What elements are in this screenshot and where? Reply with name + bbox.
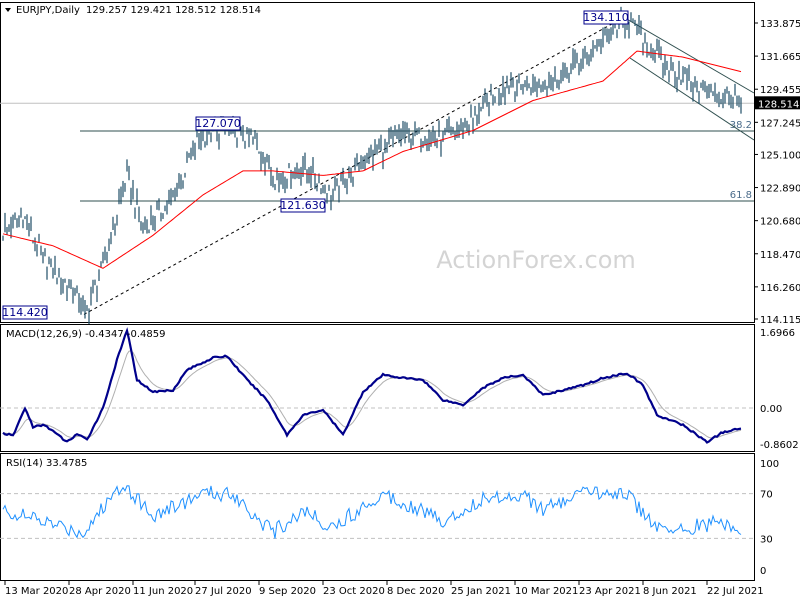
x-tick-label: 9 Sep 2020	[259, 586, 316, 597]
x-tick-label: 23 Oct 2020	[323, 586, 385, 597]
rsi-y-tick-label: 0	[760, 566, 766, 577]
y-tick-label: 114.115	[760, 315, 800, 326]
rsi-y-tick-label: 70	[760, 490, 773, 501]
rsi-title: RSI(14) 33.4785	[6, 458, 87, 469]
fib-label-61: 61.8	[730, 190, 752, 201]
x-tick-label: 25 Jan 2021	[451, 586, 511, 597]
x-tick-label: 23 Apr 2021	[579, 586, 641, 597]
watermark: ActionForex.com	[436, 246, 636, 274]
price-label: 114.420	[2, 306, 48, 319]
y-tick-label: 129.455	[760, 85, 800, 96]
dropdown-triangle-icon[interactable]	[5, 8, 11, 12]
y-tick-label: 116.260	[760, 283, 800, 294]
x-tick-label: 8 Jun 2021	[643, 586, 697, 597]
macd-y-tick-label: 1.6966	[760, 328, 795, 339]
rsi-panel	[0, 453, 755, 581]
y-tick-label: 125.100	[760, 150, 800, 161]
macd-line	[2, 327, 742, 444]
chart-canvas[interactable]: ActionForex.com 38.2 61.8 114.420 127.070 12…	[0, 0, 800, 600]
x-tick-label: 13 Mar 2020	[5, 586, 68, 597]
macd-signal-line	[2, 350, 742, 439]
y-tick-label: 131.665	[760, 52, 800, 63]
x-tick-label: 22 Jul 2021	[707, 586, 764, 597]
chart-window: ActionForex.com 38.2 61.8 114.420 127.070 12…	[0, 0, 800, 600]
rsi-y-tick-label: 100	[760, 459, 779, 470]
y-tick-label: 127.245	[760, 118, 800, 129]
price-label: 127.070	[195, 117, 241, 130]
x-tick-label: 11 Jun 2020	[133, 586, 193, 597]
macd-y-tick-label: -0.8602	[760, 440, 799, 451]
ohlc-values: 129.257 129.421 128.512 128.514	[86, 5, 261, 16]
price-label: 121.630	[280, 199, 326, 212]
rsi-y-tick-label: 30	[760, 534, 773, 545]
price-label: 134.110	[583, 11, 629, 24]
y-tick-label: 122.890	[760, 184, 800, 195]
main-panel	[0, 2, 755, 323]
y-tick-label: 118.470	[760, 250, 800, 261]
x-tick-label: 28 Apr 2020	[69, 586, 131, 597]
macd-title: MACD(12,26,9) -0.4347 -0.4859	[6, 329, 166, 340]
moving-average-line	[2, 50, 742, 269]
x-tick-label: 27 Jul 2020	[195, 586, 252, 597]
x-tick-label: 8 Dec 2020	[387, 586, 445, 597]
channel-upper-line	[624, 17, 755, 94]
fib-label-38: 38.2	[730, 120, 752, 131]
x-tick-label: 10 Mar 2021	[515, 586, 578, 597]
chart-title: EURJPY,Daily	[16, 5, 80, 16]
y-tick-label: 120.680	[760, 217, 800, 228]
current-price-label: 128.514	[758, 99, 799, 110]
macd-y-tick-label: 0.00	[760, 404, 782, 415]
y-tick-label: 133.875	[760, 19, 800, 30]
